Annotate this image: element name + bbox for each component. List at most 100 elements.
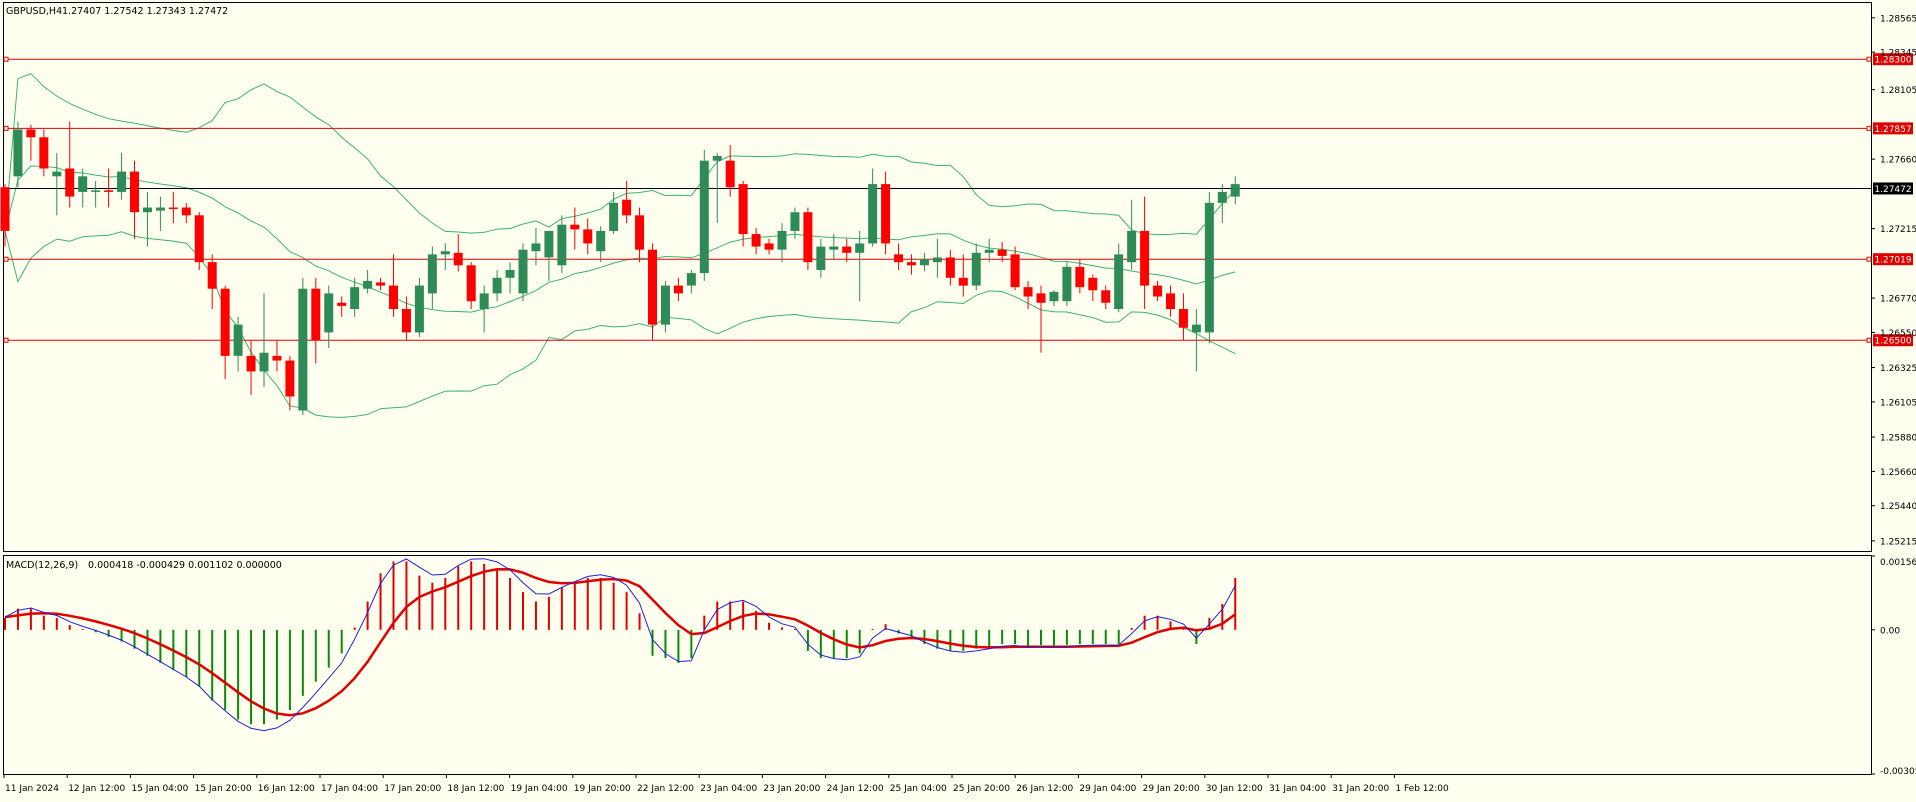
candle-body <box>91 190 101 192</box>
level-anchor-left[interactable] <box>3 256 9 262</box>
candle-body <box>725 160 735 188</box>
candle-body <box>583 229 593 244</box>
candle-body <box>272 355 282 361</box>
candle-body <box>1204 202 1214 333</box>
candle-body <box>168 207 178 210</box>
price-tick-label: 1.27215 <box>1880 225 1916 235</box>
candle-body <box>220 288 230 356</box>
candle-body <box>1036 293 1046 303</box>
candle-body <box>1191 324 1201 333</box>
time-tick-label: 19 Jan 04:00 <box>511 784 568 794</box>
candle-body <box>155 207 165 211</box>
candle-body <box>427 254 437 294</box>
candle-body <box>803 212 813 263</box>
candle-body <box>557 224 567 266</box>
candle-body <box>104 190 114 192</box>
candle-body <box>0 187 10 231</box>
time-tick-label: 1 Feb 12:00 <box>1395 784 1449 794</box>
candle-body <box>777 230 787 250</box>
level-anchor-left[interactable] <box>3 125 9 131</box>
macd-tick-label: 0.001565 <box>1880 558 1916 568</box>
candle-body <box>984 249 994 253</box>
candle-body <box>337 302 347 306</box>
time-tick-label: 15 Jan 04:00 <box>131 784 188 794</box>
candle-body <box>570 224 580 230</box>
candle-body <box>699 160 709 274</box>
candle-body <box>453 252 463 266</box>
time-tick-label: 15 Jan 20:00 <box>195 784 252 794</box>
candle-body <box>505 269 515 278</box>
time-tick-label: 23 Jan 20:00 <box>763 784 820 794</box>
candle-body <box>660 285 670 325</box>
candle-body <box>440 251 450 255</box>
candle-body <box>997 249 1007 256</box>
candle-body <box>389 285 398 310</box>
candle-body <box>1166 293 1175 310</box>
time-tick-label: 12 Jan 12:00 <box>68 784 125 794</box>
time-tick-label: 16 Jan 12:00 <box>258 784 315 794</box>
candle-body <box>958 277 968 286</box>
candle-body <box>492 277 502 294</box>
candle-body <box>945 257 955 278</box>
candle-body <box>1101 290 1111 303</box>
candle-body <box>648 249 657 325</box>
candle-body <box>1023 287 1033 297</box>
symbol-label: GBPUSD,H4 <box>6 6 62 17</box>
time-tick-label: 31 Jan 20:00 <box>1332 784 1389 794</box>
time-tick-label: 31 Jan 04:00 <box>1269 784 1326 794</box>
candle-body <box>1178 309 1188 328</box>
candle-body <box>466 265 476 302</box>
candle-body <box>1217 191 1227 203</box>
candle-body <box>907 262 916 266</box>
candle-body <box>13 129 23 177</box>
candle-body <box>246 355 256 372</box>
candle-body <box>1075 266 1085 288</box>
level-anchor-left[interactable] <box>3 337 9 343</box>
candle-body <box>971 252 981 286</box>
candle-body <box>78 176 88 192</box>
time-tick-label: 29 Jan 04:00 <box>1079 784 1136 794</box>
candle-body <box>894 254 904 263</box>
chart-background <box>0 0 1916 798</box>
level-price-label: 1.27019 <box>1874 256 1911 266</box>
price-tick-label: 1.25215 <box>1880 537 1916 547</box>
chart-canvas[interactable]: 1.283001.278571.270191.265001.27472 1.28… <box>0 0 1916 798</box>
candle-body <box>1127 230 1137 263</box>
candle-body <box>1140 230 1150 286</box>
candle-body <box>1153 285 1163 297</box>
candle-body <box>1114 254 1124 310</box>
price-tick-label: 1.28105 <box>1880 86 1916 96</box>
candle <box>1062 262 1072 306</box>
candle-body <box>790 212 800 231</box>
price-tick-label: 1.28345 <box>1880 49 1916 59</box>
candle-body <box>609 202 619 231</box>
candle <box>298 277 308 416</box>
candle-body <box>919 259 929 266</box>
candle-body <box>842 246 852 253</box>
level-anchor-right[interactable] <box>1866 125 1872 131</box>
price-tick-label: 1.28565 <box>1880 14 1916 24</box>
level-anchor-right[interactable] <box>1866 56 1872 62</box>
price-tick-label: 1.26770 <box>1880 295 1916 305</box>
candle-body <box>1088 277 1098 291</box>
time-tick-label: 11 Jan 2024 <box>5 784 59 794</box>
level-anchor-right[interactable] <box>1866 256 1872 262</box>
level-anchor-left[interactable] <box>3 56 9 62</box>
level-price-label: 1.27857 <box>1874 125 1911 135</box>
level-anchor-right[interactable] <box>1866 337 1872 343</box>
candle-body <box>207 262 217 289</box>
time-tick-label: 29 Jan 20:00 <box>1143 784 1200 794</box>
candle-body <box>1010 254 1020 288</box>
time-tick-label: 17 Jan 04:00 <box>321 784 378 794</box>
candle-body <box>259 352 269 372</box>
candle-body <box>350 287 360 310</box>
chart-window[interactable]: 1.28300 1.27857 1.27019 1.26500 1.27472 1.28… <box>0 0 1916 798</box>
candle <box>414 277 424 338</box>
candle-body <box>531 243 541 252</box>
time-tick-label: 24 Jan 12:00 <box>827 784 884 794</box>
price-tick-label: 1.25440 <box>1880 502 1916 512</box>
candle-body <box>855 243 865 253</box>
candle <box>699 149 709 281</box>
candle-body <box>233 324 243 356</box>
time-tick-label: 17 Jan 20:00 <box>384 784 441 794</box>
